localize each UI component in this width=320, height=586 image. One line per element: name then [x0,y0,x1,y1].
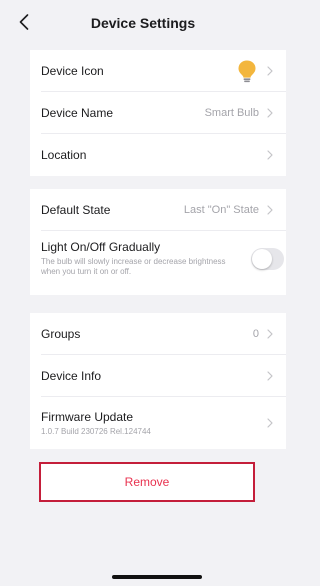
gradual-description: The bulb will slowly increase or decreas… [41,257,226,276]
toggle-knob [252,249,272,269]
device-icon-label: Device Icon [41,64,104,78]
groups-count: 0 [252,328,259,340]
lightbulb-icon [238,60,256,83]
default-state-label: Default State [41,203,111,217]
settings-group-general: Device Icon Device Name Smart Bulb Locat… [30,50,286,176]
nav-bar: Device Settings [0,0,286,46]
settings-group-info: Groups 0 Device Info Firmware Update 1.0… [30,313,286,449]
device-info-label: Device Info [41,369,102,383]
device-info-row[interactable]: Device Info [30,355,286,397]
location-label: Location [41,148,87,162]
chevron-right-icon [266,150,274,160]
settings-group-behavior: Default State Last "On" State Light On/O… [30,189,286,295]
chevron-right-icon [266,371,274,381]
remove-label: Remove [124,475,170,489]
device-icon-row[interactable]: Device Icon [30,50,286,92]
chevron-left-icon [19,14,29,30]
device-settings-screen: Device Settings Device Icon Device Name … [0,0,286,586]
page-title: Device Settings [90,15,196,31]
chevron-right-icon [266,205,274,215]
groups-row[interactable]: Groups 0 [30,313,286,355]
default-state-row[interactable]: Default State Last "On" State [30,189,286,231]
gradual-row: Light On/Off Gradually The bulb will slo… [30,231,286,295]
chevron-right-icon [266,108,274,118]
chevron-right-icon [266,66,274,76]
home-indicator [112,575,202,579]
default-state-value: Last "On" State [183,204,259,216]
chevron-right-icon [266,418,274,428]
groups-label: Groups [41,327,81,341]
firmware-version: 1.0.7 Build 230726 Rel.124744 [41,426,151,436]
firmware-update-row[interactable]: Firmware Update 1.0.7 Build 230726 Rel.1… [30,397,286,449]
chevron-right-icon [266,329,274,339]
device-name-row[interactable]: Device Name Smart Bulb [30,92,286,134]
device-name-value: Smart Bulb [204,107,259,119]
back-button[interactable] [12,10,36,34]
location-row[interactable]: Location [30,134,286,176]
gradual-label: Light On/Off Gradually [41,240,161,254]
firmware-label: Firmware Update [41,409,134,424]
remove-button[interactable]: Remove [39,462,255,502]
gradual-toggle[interactable] [251,248,284,270]
device-name-label: Device Name [41,106,114,120]
